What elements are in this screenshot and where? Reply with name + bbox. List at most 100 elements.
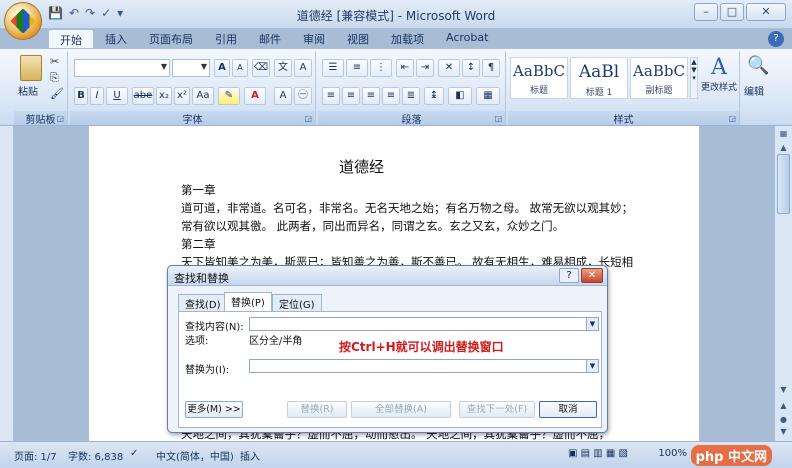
sort-icon[interactable]: ↕ — [462, 59, 480, 77]
align-left-icon[interactable]: ≡ — [322, 87, 340, 105]
close-window-button[interactable]: ✕ — [746, 3, 786, 21]
replace-button[interactable]: 替换(R) — [287, 401, 347, 418]
proofing-icon[interactable]: ✓ — [130, 448, 138, 459]
tab-goto[interactable]: 定位(G) — [272, 294, 322, 311]
tab-home[interactable]: 开始 — [48, 29, 94, 48]
find-label: 查找内容(N): — [185, 322, 244, 333]
grow-font-button[interactable]: A — [214, 59, 230, 77]
decrease-indent-icon[interactable]: ⇤ — [396, 59, 414, 77]
bullets-icon[interactable]: ☰ — [322, 59, 344, 77]
replace-all-button[interactable]: 全部替换(A) — [351, 401, 451, 418]
numbering-icon[interactable]: ≡ — [346, 59, 368, 77]
char-shading-icon[interactable]: A — [274, 87, 292, 105]
char-border-icon[interactable]: A — [294, 59, 312, 77]
status-language[interactable]: 中文(简体，中国) — [156, 448, 234, 463]
maximize-button[interactable]: □ — [720, 3, 744, 21]
style-heading-1[interactable]: AaBl 标题 1 — [570, 57, 628, 99]
strikethrough-button[interactable]: abe — [132, 87, 154, 105]
status-word-count[interactable]: 字数: 6,838 — [68, 448, 123, 463]
find-input[interactable]: ▼ — [249, 317, 599, 331]
show-marks-icon[interactable]: ¶ — [482, 59, 500, 77]
tab-view[interactable]: 视图 — [336, 29, 380, 48]
status-zoom[interactable]: 100% — [658, 448, 687, 459]
cut-icon[interactable]: ✂ — [50, 55, 59, 68]
dialog-close-button[interactable]: ✕ — [581, 268, 603, 283]
format-painter-icon[interactable]: 🖌 — [50, 87, 64, 100]
font-launcher-icon[interactable]: ◲ — [304, 114, 312, 123]
tab-review[interactable]: 审阅 — [292, 29, 336, 48]
next-page-icon[interactable]: ▼ — [777, 426, 790, 440]
tab-insert[interactable]: 插入 — [94, 29, 138, 48]
group-label-styles: 样式 — [508, 111, 739, 126]
italic-button[interactable]: I — [90, 87, 104, 105]
style-title[interactable]: AaBbC 标题 — [510, 57, 568, 99]
font-color-icon[interactable]: A — [244, 87, 266, 105]
style-subtitle[interactable]: AaBbC 副标题 — [630, 57, 688, 99]
scroll-down-icon[interactable]: ▼ — [777, 384, 790, 398]
status-bar: 页面: 1/7 字数: 6,838 ✓ 中文(简体，中国) 插入 ▣ ▤ ▥ ▦… — [0, 441, 792, 468]
ruler-toggle-icon[interactable]: ▦ — [777, 128, 790, 142]
shrink-font-button[interactable]: A — [232, 59, 248, 77]
cancel-button[interactable]: 取消 — [539, 401, 597, 418]
line-spacing-icon[interactable]: ↨ — [424, 87, 444, 105]
tab-find[interactable]: 查找(D) — [178, 294, 228, 311]
office-button[interactable] — [4, 2, 42, 40]
tab-page-layout[interactable]: 页面布局 — [138, 29, 204, 48]
styles-launcher-icon[interactable]: ◲ — [728, 114, 736, 123]
help-icon[interactable]: ? — [768, 31, 784, 47]
more-button[interactable]: 更多(M) >> — [185, 401, 243, 418]
paragraph-launcher-icon[interactable]: ◲ — [494, 114, 502, 123]
multilevel-list-icon[interactable]: ⋮ — [370, 59, 392, 77]
enclose-char-icon[interactable]: ㊀ — [294, 87, 312, 105]
find-dropdown-icon[interactable]: ▼ — [586, 318, 598, 330]
chinese-layout-icon[interactable]: ✕ — [438, 59, 460, 77]
distributed-icon[interactable]: ≣ — [402, 87, 420, 105]
increase-indent-icon[interactable]: ⇥ — [416, 59, 434, 77]
tab-references[interactable]: 引用 — [204, 29, 248, 48]
find-next-button[interactable]: 查找下一处(F) — [459, 401, 535, 418]
align-right-icon[interactable]: ≡ — [362, 87, 380, 105]
dialog-help-button[interactable]: ? — [559, 268, 579, 283]
borders-icon[interactable]: ▦ — [476, 87, 500, 105]
font-name-combo[interactable]: ▼ — [74, 59, 170, 77]
superscript-button[interactable]: x² — [174, 87, 190, 105]
highlight-icon[interactable]: ✎ — [218, 87, 240, 105]
font-size-combo[interactable]: ▼ — [172, 59, 210, 77]
align-center-icon[interactable]: ≡ — [342, 87, 360, 105]
paste-icon[interactable] — [20, 55, 42, 81]
justify-icon[interactable]: ≡ — [382, 87, 400, 105]
window-controls: – □ ✕ — [694, 3, 786, 21]
change-styles-button[interactable]: A 更改样式 — [700, 55, 738, 93]
prev-page-icon[interactable]: ▲ — [777, 400, 790, 414]
status-insert-mode[interactable]: 插入 — [240, 448, 260, 463]
replace-input[interactable]: ▼ — [249, 359, 599, 373]
ribbon: 粘贴 ✂ ⎘ 🖌 剪贴板 ◲ ▼ ▼ A A ⌫ 文 A B I U abe x… — [0, 48, 792, 126]
shading-icon[interactable]: ◧ — [448, 87, 472, 105]
subscript-button[interactable]: x₂ — [156, 87, 172, 105]
tab-mailings[interactable]: 邮件 — [248, 29, 292, 48]
minimize-button[interactable]: – — [694, 3, 718, 21]
editing-group[interactable]: 🔍 编辑 — [742, 51, 772, 125]
paste-button[interactable]: 粘贴 — [18, 83, 38, 98]
vertical-scrollbar[interactable]: ▦ ▲ ▼ ▲ ● ▼ — [774, 126, 792, 441]
dialog-title-bar[interactable]: 查找和替换 ? ✕ — [168, 266, 607, 286]
tab-addins[interactable]: 加载项 — [380, 29, 435, 48]
underline-button[interactable]: U — [106, 87, 128, 105]
group-label-paragraph: 段落 — [318, 111, 505, 126]
clipboard-launcher-icon[interactable]: ◲ — [56, 114, 64, 123]
ribbon-tabs: 开始 插入 页面布局 引用 邮件 审阅 视图 加载项 Acrobat — [48, 29, 499, 48]
view-buttons-icon[interactable]: ▣ ▤ ▥ ▦ ▧ — [568, 448, 628, 459]
scroll-thumb[interactable] — [777, 154, 790, 214]
tab-acrobat[interactable]: Acrobat — [435, 29, 499, 48]
copy-icon[interactable]: ⎘ — [50, 71, 59, 85]
styles-scroll-icon[interactable]: ▲ ▼ ▾ — [690, 57, 698, 99]
style-name: 标题 — [529, 86, 548, 96]
status-page[interactable]: 页面: 1/7 — [14, 448, 57, 463]
change-case-button[interactable]: Aa — [192, 87, 214, 105]
tab-replace[interactable]: 替换(P) — [224, 292, 272, 312]
vertical-ruler — [0, 126, 14, 441]
phonetic-guide-icon[interactable]: 文 — [274, 59, 292, 77]
replace-dropdown-icon[interactable]: ▼ — [586, 360, 598, 372]
bold-button[interactable]: B — [74, 87, 88, 105]
clear-format-icon[interactable]: ⌫ — [252, 59, 270, 77]
